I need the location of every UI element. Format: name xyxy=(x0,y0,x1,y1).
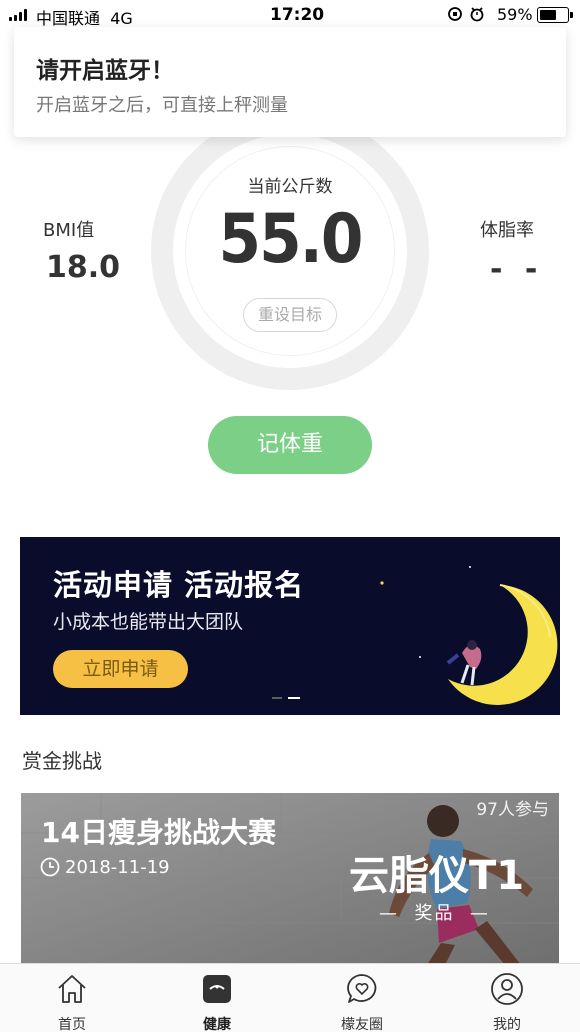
tab-label: 檬友圈 xyxy=(341,1017,383,1033)
promo-title: 活动申请 活动报名 xyxy=(53,568,305,602)
challenge-date: 2018-11-19 xyxy=(65,857,170,878)
scale-icon xyxy=(203,975,231,1003)
bottom-tab-bar: 首页 健康 檬友圈 我的 xyxy=(0,963,580,1033)
home-icon xyxy=(58,975,86,1003)
apply-now-button[interactable]: 立即申请 xyxy=(53,650,188,688)
current-weight-label: 当前公斤数 xyxy=(247,177,333,197)
status-time: 17:20 xyxy=(270,5,325,25)
participant-count: 97人参与 xyxy=(476,800,549,820)
activity-promo-banner[interactable]: 活动申请 活动报名 小成本也能带出大团队 立即申请 xyxy=(20,537,560,715)
carousel-dot-active xyxy=(288,697,300,699)
signal-icon xyxy=(9,9,27,21)
tab-friends-circle[interactable]: 檬友圈 xyxy=(312,964,412,1033)
moon-girl-illustration xyxy=(380,566,558,705)
tab-home[interactable]: 首页 xyxy=(22,964,122,1033)
notification-message: 开启蓝牙之后，可直接上秤测量 xyxy=(36,95,288,116)
carousel-dot xyxy=(272,697,282,699)
prize-name: 云脂仪T1 xyxy=(349,853,525,899)
reset-goal-button[interactable]: 重设目标 xyxy=(243,298,337,332)
battery-percent: 59% xyxy=(497,5,533,24)
bmi-value: 18.0 xyxy=(46,250,121,285)
body-fat-value: - - xyxy=(490,252,544,287)
tab-label: 我的 xyxy=(493,1017,521,1033)
status-bar: 中国联通 4G 17:20 59% xyxy=(0,0,580,30)
notification-title: 请开启蓝牙！ xyxy=(36,58,174,84)
battery-icon xyxy=(537,7,573,23)
rotation-lock-icon xyxy=(447,5,487,27)
record-weight-button[interactable]: 记体重 xyxy=(208,416,372,474)
bluetooth-notification[interactable]: 请开启蓝牙！ 开启蓝牙之后，可直接上秤测量 xyxy=(14,27,566,137)
body-fat-label: 体脂率 xyxy=(480,220,534,241)
bmi-label: BMI值 xyxy=(43,220,95,241)
prize-label: — 奖品 — xyxy=(379,903,490,924)
current-weight-value: 55.0 xyxy=(218,200,364,279)
tab-label: 健康 xyxy=(203,1017,231,1033)
tab-health[interactable]: 健康 xyxy=(167,964,267,1033)
carrier-label: 中国联通 4G xyxy=(36,9,133,28)
section-title-bounty-challenge: 赏金挑战 xyxy=(22,749,102,773)
tab-profile[interactable]: 我的 xyxy=(457,964,557,1033)
challenge-title: 14日瘦身挑战大赛 xyxy=(41,816,276,849)
promo-subtitle: 小成本也能带出大团队 xyxy=(53,611,244,633)
carousel-indicator xyxy=(272,697,300,699)
tab-label: 首页 xyxy=(58,1017,86,1033)
challenge-card[interactable]: 14日瘦身挑战大赛 2018-11-19 97人参与 云脂仪T1 — 奖品 — xyxy=(21,793,559,965)
user-icon xyxy=(491,973,523,1005)
heart-chat-icon xyxy=(347,974,377,1003)
clock-icon xyxy=(40,857,60,877)
